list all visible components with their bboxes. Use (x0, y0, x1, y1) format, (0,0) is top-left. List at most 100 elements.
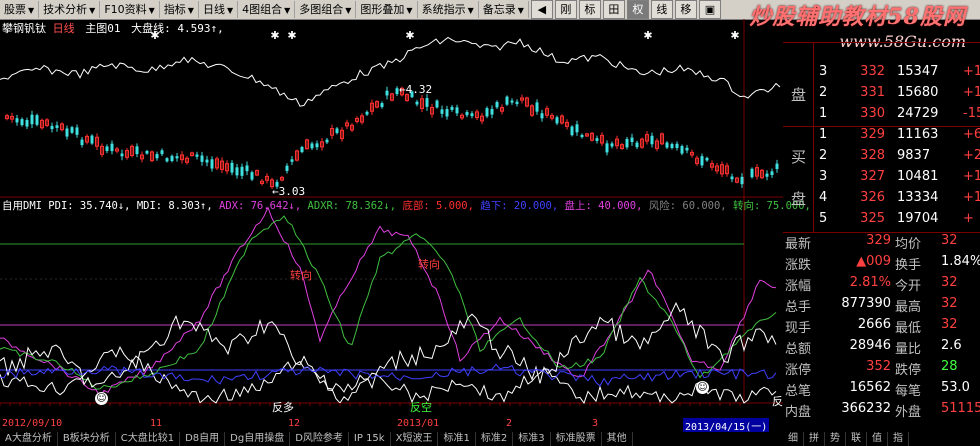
chart-area[interactable]: ✱ ✱ ✱ ✱ ✱ ✱ (0, 19, 783, 432)
smile-icon: ☺ (95, 392, 108, 405)
quote-label: 现手 (785, 321, 812, 336)
right-icon-bar: 细 拼 势 联 值 指 (783, 432, 980, 446)
candle-body (50, 125, 54, 130)
detail-tab[interactable]: 细 (783, 432, 804, 446)
candle-body (765, 173, 769, 177)
star-icon: ✱ (287, 29, 296, 42)
candle-body (595, 138, 599, 141)
bottom-tab[interactable]: D风险参考 (290, 432, 349, 446)
buy-row: 5 325 19704 + (783, 211, 980, 232)
candle-body (290, 159, 294, 162)
bottom-tab[interactable]: Dg自用操盘 (225, 432, 291, 446)
move-button[interactable]: 移 (674, 0, 697, 19)
candle-body (495, 101, 499, 108)
bottom-tab[interactable]: X短波王 (391, 432, 439, 446)
star-icon: ✱ (150, 29, 159, 42)
candle-body (685, 147, 689, 151)
candle-body (105, 146, 109, 152)
menu-multichart[interactable]: 多图组合 ▼ (295, 1, 357, 18)
mdi-value: MDI: 8.303↑, (136, 200, 213, 212)
menu-system[interactable]: 系统指示 ▼ (418, 1, 479, 18)
candle-body (610, 143, 614, 147)
buy-level: 3 (819, 169, 828, 184)
buy-price: 327 (860, 169, 885, 184)
value-tab[interactable]: 值 (867, 432, 888, 446)
dmi-info: 自用DMI PDI: 35.740↓, MDI: 8.303↑, ADX: 76… (2, 198, 811, 213)
menu-tech-analysis[interactable]: 技术分析 ▼ (39, 1, 101, 18)
mark-button[interactable]: 标 (578, 0, 601, 19)
link-tab[interactable]: 联 (846, 432, 867, 446)
menu-stock[interactable]: 股票 ▼ (0, 1, 40, 18)
buy-level: 1 (819, 127, 828, 142)
bottom-tab[interactable]: A大盘分析 (0, 432, 58, 446)
candle-body (470, 113, 474, 117)
candle-body (240, 166, 244, 176)
sell-level: 1 (819, 106, 828, 121)
candle-body (425, 98, 429, 107)
rights-button[interactable]: 权 (626, 0, 649, 19)
candle-body (30, 114, 34, 125)
bottom-tab[interactable]: 其他 (602, 432, 633, 446)
candle-body (465, 112, 469, 116)
menu-indicator[interactable]: 指标 ▼ (160, 1, 199, 18)
trend-tab[interactable]: 势 (825, 432, 846, 446)
quote-value: 32 (941, 233, 958, 248)
menu-f10[interactable]: F10资料 ▼ (100, 1, 160, 18)
bottom-tab[interactable]: C大盘比较1 (116, 432, 181, 446)
menu-4chart[interactable]: 4图组合 ▼ (238, 1, 296, 18)
menu-daily[interactable]: 日线 ▼ (199, 1, 239, 18)
quote-row: 总笔 16562 每笔 53.0 (783, 380, 980, 401)
bottom-tab[interactable]: 标准2 (476, 432, 514, 446)
bottom-tab[interactable]: D8自用 (180, 432, 226, 446)
window-button[interactable]: ▣ (698, 0, 721, 19)
buy-row: 2 328 9837 +25 (783, 148, 980, 169)
candle-body (750, 168, 754, 178)
bottom-tab[interactable]: 标准股票 (551, 432, 602, 446)
candle-body (65, 128, 69, 137)
buy-level: 4 (819, 190, 828, 205)
pdi-value: PDI: 35.740↓, (48, 200, 131, 212)
bottom-tab[interactable]: B板块分析 (58, 432, 116, 446)
quote-row: 内盘 366232 外盘 51115 (783, 401, 980, 422)
date-dec: 12 (288, 418, 301, 429)
candle-body (20, 119, 24, 126)
candle-body (385, 90, 389, 96)
adxr-value: ADXR: 78.362↓, (307, 200, 397, 212)
quote-label: 最高 (895, 300, 922, 315)
index-tab[interactable]: 指 (888, 432, 909, 446)
sell-price: 331 (860, 85, 885, 100)
quote-row: 最新 329 均价 32 (783, 233, 980, 254)
quote-panel: 盘 买 盘 333215347+1233115680+10133024729-1… (783, 42, 980, 432)
candle-body (505, 96, 509, 105)
refresh-button[interactable]: 刚 (554, 0, 577, 19)
combine-tab[interactable]: 拼 (804, 432, 825, 446)
high-price-label: ←4.32 (399, 83, 433, 96)
bottom-tab[interactable]: 标准1 (438, 432, 476, 446)
buy-row: 4 326 13334 +190 (783, 190, 980, 211)
candle-body (445, 109, 449, 117)
candle-body (670, 144, 674, 148)
buy-change: +668 (963, 127, 980, 142)
reverse-annotation-3: 反 (772, 395, 783, 408)
bottom-tab[interactable]: IP 15k (349, 432, 391, 446)
bottom-tab[interactable]: 标准3 (513, 432, 551, 446)
sell-row: 1 330 24729 -15 (783, 106, 980, 127)
candle-body (235, 167, 239, 176)
candle-body (90, 135, 94, 144)
candle-body (70, 127, 74, 133)
candle-body (630, 137, 634, 143)
candle-body (680, 146, 684, 154)
grid-button[interactable]: 田 (602, 0, 625, 19)
back-button[interactable]: ◀ (530, 0, 553, 19)
candle-body (605, 143, 609, 153)
star-icon: ✱ (643, 29, 652, 42)
menu-memo[interactable]: 备忘录 ▼ (479, 1, 529, 18)
quote-value: 2.6 (941, 338, 962, 353)
menu-overlay[interactable]: 图形叠加 ▼ (356, 1, 418, 18)
buy-change: +25 (963, 148, 980, 163)
candle-body (365, 111, 369, 115)
quote-label: 总笔 (785, 384, 812, 399)
quote-value: 32 (941, 317, 958, 332)
buy-volume: 19704 (897, 211, 939, 226)
line-button[interactable]: 线 (650, 0, 673, 19)
